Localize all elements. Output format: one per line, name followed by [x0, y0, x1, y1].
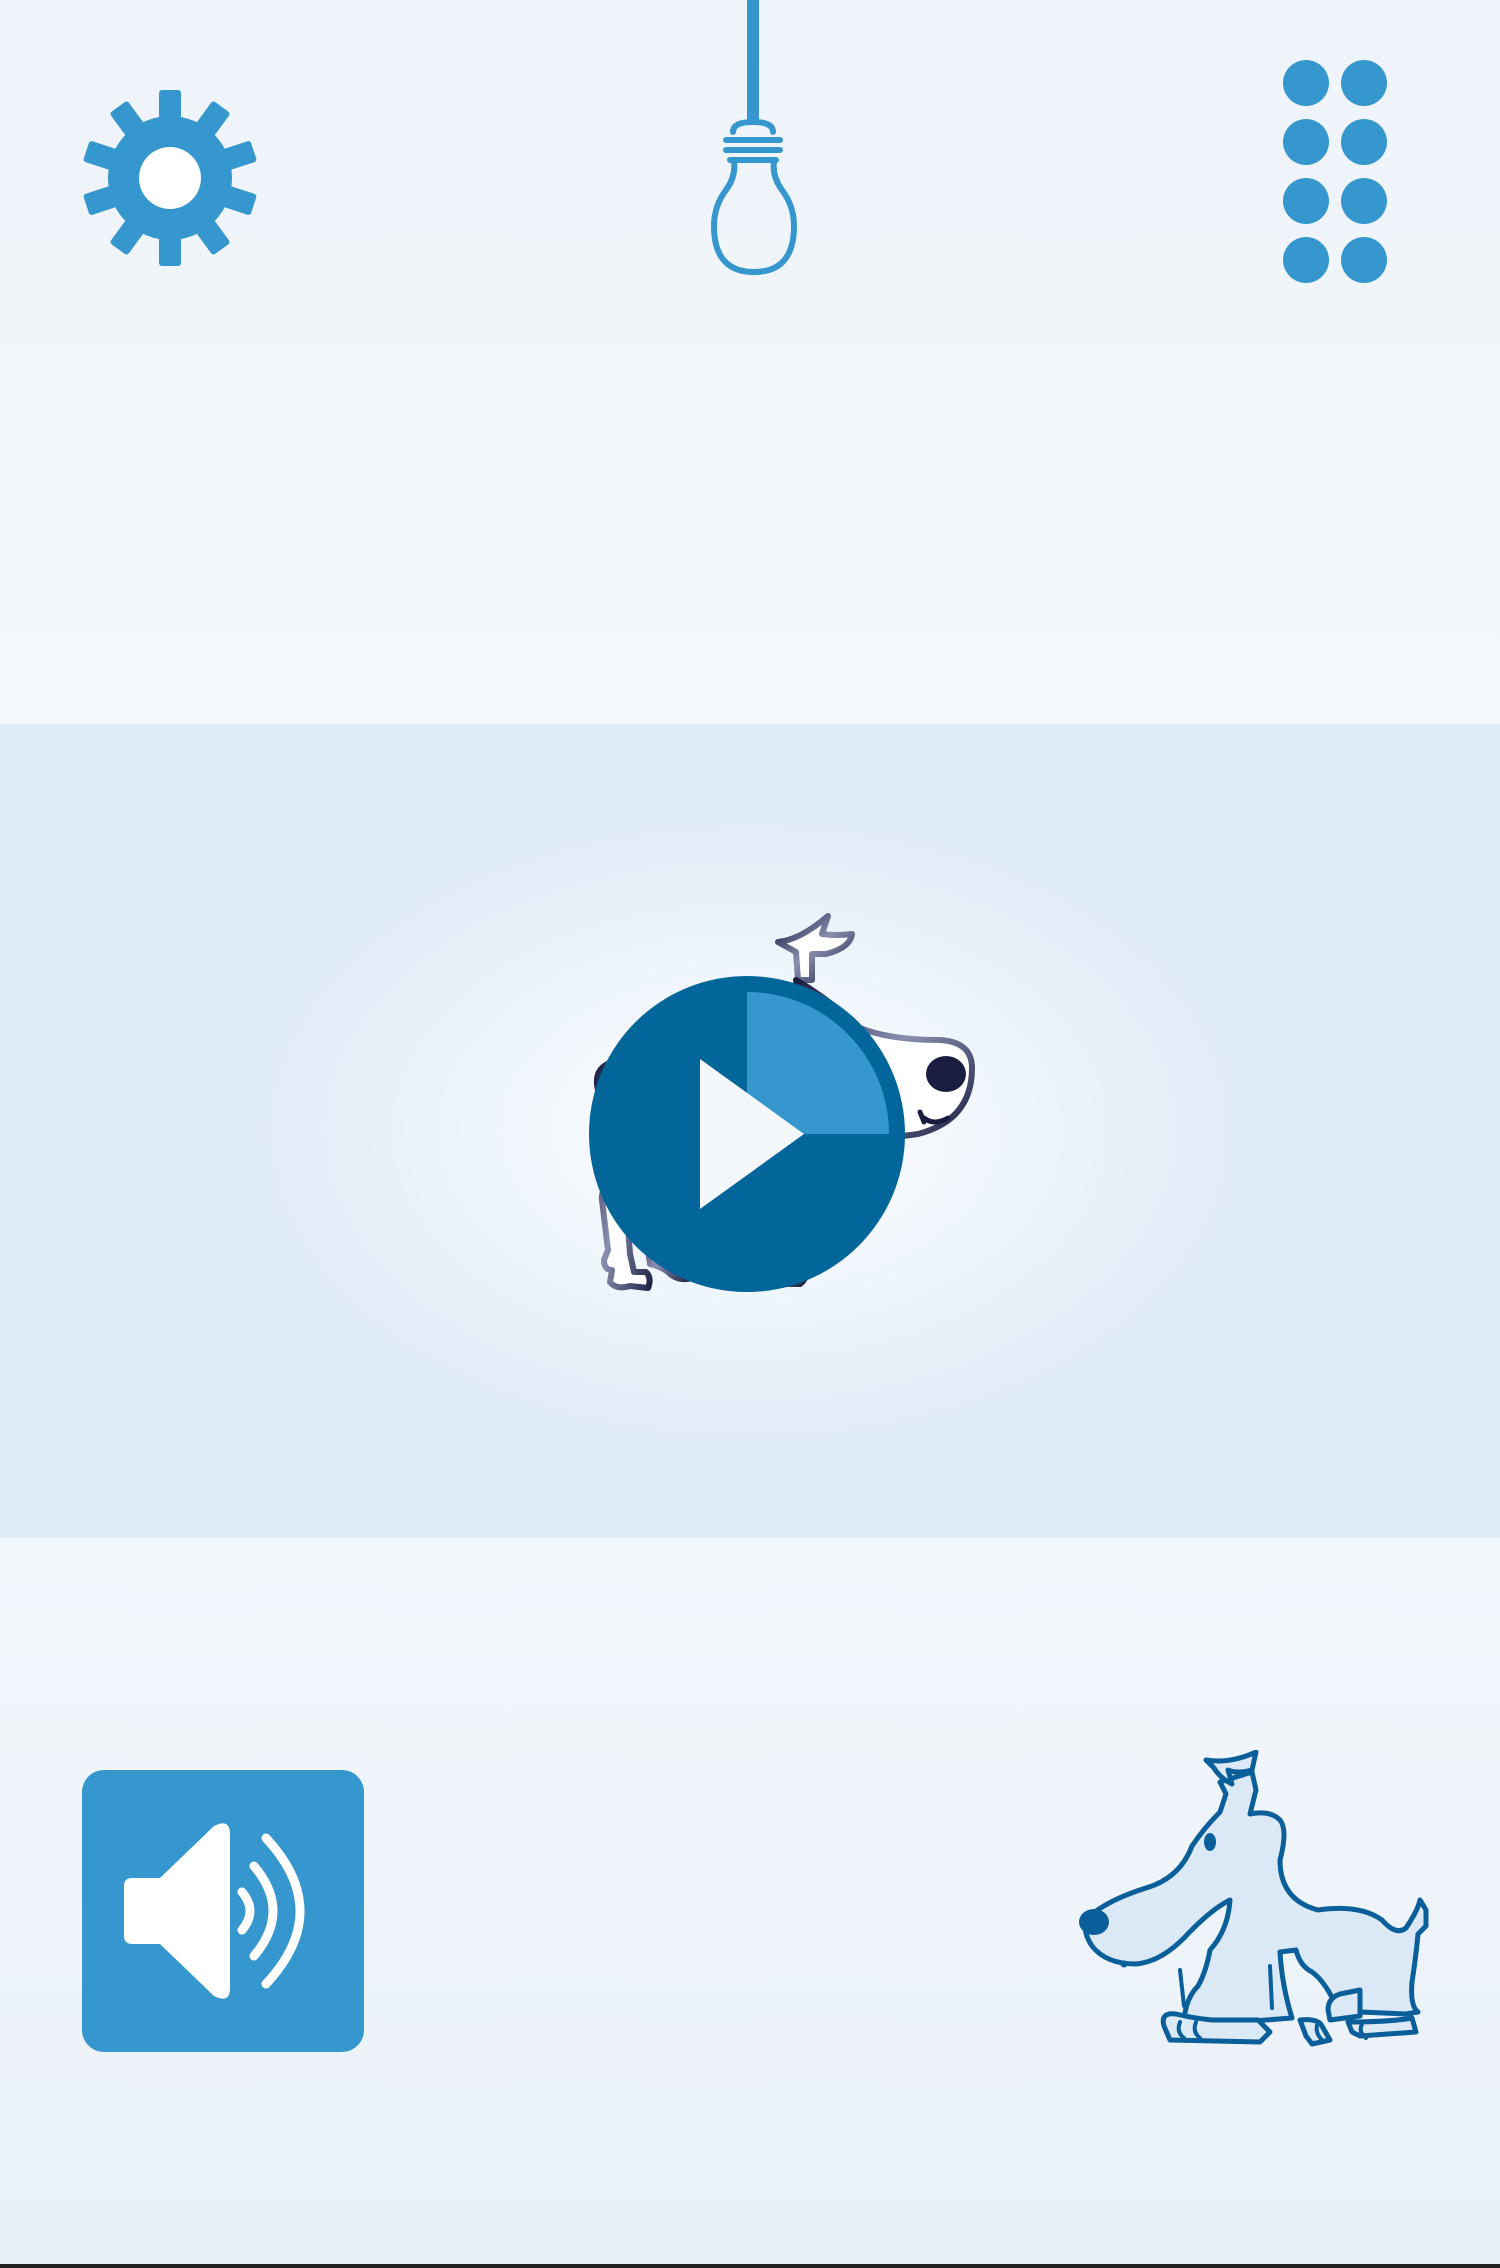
play-button[interactable]: [588, 975, 906, 1293]
play-icon: [589, 976, 905, 1292]
bottom-divider: [0, 2264, 1500, 2268]
hint-button[interactable]: [690, 0, 820, 280]
dog-icon: [1079, 1749, 1429, 2047]
lightbulb-icon: [711, 0, 797, 275]
gear-icon: [83, 90, 257, 266]
menu-button[interactable]: [1278, 58, 1392, 288]
speaker-icon: [82, 1770, 364, 2052]
grid-dots-icon: [1283, 60, 1387, 283]
companion-dog-button[interactable]: [1060, 1749, 1440, 2080]
sound-button[interactable]: [82, 1770, 364, 2052]
settings-button[interactable]: [82, 90, 258, 266]
